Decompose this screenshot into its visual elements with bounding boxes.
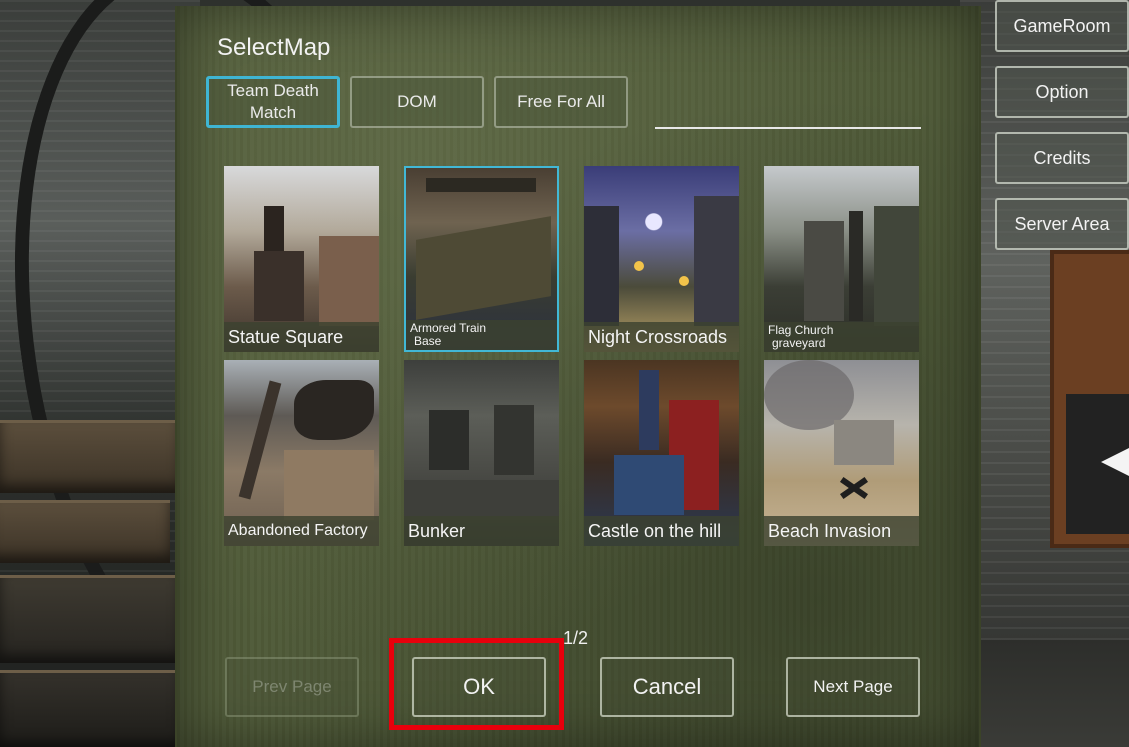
tab-dom[interactable]: DOM (350, 76, 484, 128)
tab-team-death-match[interactable]: Team Death Match (206, 76, 340, 128)
ok-highlight-box (389, 638, 564, 730)
map-card-night-crossroads[interactable]: Night Crossroads (584, 166, 739, 352)
credits-button[interactable]: Credits (995, 132, 1129, 184)
prev-page-button[interactable]: Prev Page (225, 657, 359, 717)
map-label: Flag Church graveyard (764, 322, 919, 352)
button-label: Server Area (1014, 213, 1110, 234)
map-label: Castle on the hill (584, 516, 739, 546)
crate (0, 500, 170, 563)
button-label: Option (1035, 81, 1089, 102)
map-card-statue-square[interactable]: Statue Square (224, 166, 379, 352)
button-label: Next Page (813, 677, 893, 696)
map-label: Night Crossroads (584, 322, 739, 352)
tab-free-for-all[interactable]: Free For All (494, 76, 628, 128)
button-label: Prev Page (252, 677, 332, 696)
crate (0, 420, 180, 493)
map-card-flag-church-graveyard[interactable]: Flag Church graveyard (764, 166, 919, 352)
map-card-armored-train-base[interactable]: Armored Train Base (404, 166, 559, 352)
button-label: GameRoom (1013, 15, 1111, 36)
map-label: Bunker (404, 516, 559, 546)
cancel-button[interactable]: Cancel (600, 657, 734, 717)
map-card-beach-invasion[interactable]: Beach Invasion (764, 360, 919, 546)
next-page-button[interactable]: Next Page (786, 657, 920, 717)
button-label: Cancel (632, 674, 702, 699)
page-indicator: 1/2 (563, 628, 589, 648)
map-card-bunker[interactable]: Bunker (404, 360, 559, 546)
map-label: Armored Train Base (406, 320, 557, 350)
crate (0, 670, 180, 747)
map-label: Statue Square (224, 322, 379, 352)
map-label: Beach Invasion (764, 516, 919, 546)
button-label: Credits (1033, 147, 1091, 168)
arrow-left-icon[interactable] (1101, 448, 1129, 476)
crate (0, 575, 180, 663)
option-button[interactable]: Option (995, 66, 1129, 118)
map-card-castle-on-the-hill[interactable]: Castle on the hill (584, 360, 739, 546)
select-map-panel: SelectMap Team Death Match DOM Free For … (175, 6, 981, 747)
server-area-button[interactable]: Server Area (995, 198, 1129, 250)
map-label: Abandoned Factory (224, 516, 379, 546)
map-card-abandoned-factory[interactable]: Abandoned Factory (224, 360, 379, 546)
search-input[interactable] (655, 127, 921, 129)
panel-title: SelectMap (217, 34, 331, 61)
gameroom-button[interactable]: GameRoom (995, 0, 1129, 52)
hangar-floor (960, 640, 1129, 747)
tab-label: Team Death Match (227, 81, 319, 122)
tab-label: Free For All (517, 92, 605, 111)
wall-board (1050, 250, 1129, 548)
tab-label: DOM (397, 92, 437, 111)
